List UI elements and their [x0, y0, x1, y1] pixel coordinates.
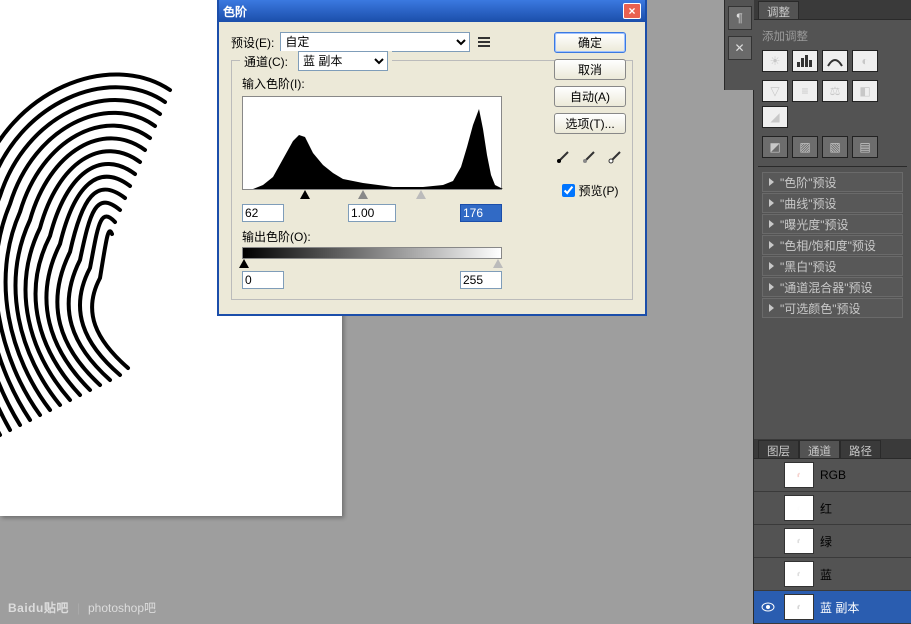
- close-icon[interactable]: ×: [623, 3, 641, 19]
- color-balance-icon[interactable]: ⚖: [822, 80, 848, 102]
- adjustments-panel: 调整 添加调整 ☀ ◐ ▽ ≡ ⚖ ◧ ◢ ◩ ▨ ▧ ▤: [754, 0, 911, 329]
- histogram: [242, 96, 502, 190]
- preset-item-label: "曝光度"预设: [780, 216, 849, 233]
- auto-button[interactable]: 自动(A): [554, 86, 626, 107]
- preset-item-label: "色阶"预设: [780, 174, 837, 191]
- tab-paths[interactable]: 路径: [840, 440, 881, 458]
- preset-item-label: "通道混合器"预设: [780, 279, 873, 296]
- channels-panel: 图层 通道 路径 RGB 红绿蓝蓝 副本: [754, 439, 911, 624]
- channel-label: 蓝: [820, 566, 832, 583]
- exposure-icon[interactable]: ◐: [852, 50, 878, 72]
- channel-thumbnail: [784, 528, 814, 554]
- preset-select[interactable]: 自定: [280, 32, 470, 52]
- channel-label: 红: [820, 500, 832, 517]
- preset-item[interactable]: "色相/饱和度"预设: [762, 235, 903, 255]
- preset-item[interactable]: "色阶"预设: [762, 172, 903, 192]
- preset-menu-icon[interactable]: [476, 34, 492, 50]
- input-white-field[interactable]: [460, 204, 502, 222]
- preset-item[interactable]: "通道混合器"预设: [762, 277, 903, 297]
- preset-item-label: "黑白"预设: [780, 258, 837, 275]
- preview-label: 预览(P): [579, 182, 619, 199]
- adjustments-hint: 添加调整: [762, 28, 907, 44]
- channel-label: 通道(C):: [244, 53, 288, 70]
- brightness-icon[interactable]: ☀: [762, 50, 788, 72]
- tab-layers[interactable]: 图层: [758, 440, 799, 458]
- chevron-right-icon: [769, 241, 774, 249]
- chevron-right-icon: [769, 262, 774, 270]
- dialog-titlebar[interactable]: 色阶 ×: [219, 0, 645, 22]
- collapsed-tool-strip: ¶ ✕: [724, 0, 754, 90]
- tab-channels[interactable]: 通道: [799, 440, 840, 458]
- tools-icon[interactable]: ✕: [728, 36, 752, 60]
- cancel-button[interactable]: 取消: [554, 59, 626, 80]
- eyedropper-gray-icon[interactable]: [580, 146, 600, 166]
- levels-dialog: 色阶 × 预设(E): 自定 通道(C): 蓝 副本 输入色阶(I):: [217, 0, 647, 316]
- curves-icon[interactable]: [822, 50, 848, 72]
- input-black-field[interactable]: [242, 204, 284, 222]
- eyedropper-black-icon[interactable]: [554, 146, 574, 166]
- tab-adjustments[interactable]: 调整: [758, 1, 799, 19]
- preview-checkbox-row[interactable]: 预览(P): [562, 182, 619, 199]
- preset-item-label: "曲线"预设: [780, 195, 837, 212]
- bw-icon[interactable]: ◧: [852, 80, 878, 102]
- output-gradient: [242, 247, 502, 259]
- threshold-icon[interactable]: ▧: [822, 136, 848, 158]
- preview-checkbox[interactable]: [562, 184, 575, 197]
- hue-sat-icon[interactable]: ≡: [792, 80, 818, 102]
- chevron-right-icon: [769, 283, 774, 291]
- input-gamma-field[interactable]: [348, 204, 396, 222]
- channel-label: 蓝 副本: [820, 599, 859, 616]
- levels-icon[interactable]: [792, 50, 818, 72]
- options-button[interactable]: 选项(T)...: [554, 113, 626, 134]
- channel-thumbnail: [784, 561, 814, 587]
- output-white-slider[interactable]: [493, 259, 503, 268]
- chevron-right-icon: [769, 220, 774, 228]
- watermark-sub: photoshop吧: [88, 599, 156, 616]
- paragraph-tool-icon[interactable]: ¶: [728, 6, 752, 30]
- dialog-title-text: 色阶: [223, 3, 247, 20]
- channel-item[interactable]: RGB: [754, 459, 911, 492]
- output-levels-label: 输出色阶(O):: [242, 228, 622, 245]
- channel-item[interactable]: 蓝 副本: [754, 591, 911, 624]
- preset-item[interactable]: "曲线"预设: [762, 193, 903, 213]
- channel-item[interactable]: 蓝: [754, 558, 911, 591]
- channel-item[interactable]: 红: [754, 492, 911, 525]
- output-black-slider[interactable]: [239, 259, 249, 268]
- ok-button[interactable]: 确定: [554, 32, 626, 53]
- channel-label: RGB: [820, 468, 846, 482]
- channel-thumbnail: [784, 462, 814, 488]
- posterize-icon[interactable]: ▨: [792, 136, 818, 158]
- chevron-right-icon: [769, 178, 774, 186]
- output-black-field[interactable]: [242, 271, 284, 289]
- fingerprint-image: [0, 30, 220, 450]
- channel-item[interactable]: 绿: [754, 525, 911, 558]
- chevron-right-icon: [769, 199, 774, 207]
- preset-item[interactable]: "可选颜色"预设: [762, 298, 903, 318]
- channel-thumbnail: [784, 594, 814, 620]
- input-slider-track[interactable]: [242, 190, 502, 200]
- white-point-slider[interactable]: [416, 190, 426, 199]
- preset-label: 预设(E):: [231, 34, 274, 51]
- output-slider-track[interactable]: [242, 259, 502, 269]
- photo-filter-icon[interactable]: ◢: [762, 106, 788, 128]
- preset-item-label: "色相/饱和度"预设: [780, 237, 876, 254]
- chevron-right-icon: [769, 304, 774, 312]
- watermark: Baidu贴吧 | photoshop吧: [8, 599, 156, 616]
- output-white-field[interactable]: [460, 271, 502, 289]
- vibrance-icon[interactable]: ▽: [762, 80, 788, 102]
- preset-item[interactable]: "曝光度"预设: [762, 214, 903, 234]
- preset-item[interactable]: "黑白"预设: [762, 256, 903, 276]
- gradient-map-icon[interactable]: ▤: [852, 136, 878, 158]
- preset-item-label: "可选颜色"预设: [780, 300, 861, 317]
- midtone-slider[interactable]: [358, 190, 368, 199]
- eye-icon: [761, 602, 775, 612]
- channel-thumbnail: [784, 495, 814, 521]
- eyedropper-white-icon[interactable]: [606, 146, 626, 166]
- channel-label: 绿: [820, 533, 832, 550]
- channel-select[interactable]: 蓝 副本: [298, 51, 388, 71]
- watermark-brand: Baidu贴吧: [8, 599, 69, 616]
- right-panels: ¶ ✕ 调整 添加调整 ☀ ◐ ▽ ≡ ⚖ ◧ ◢ ◩ ▨: [753, 0, 911, 624]
- black-point-slider[interactable]: [300, 190, 310, 199]
- invert-icon[interactable]: ◩: [762, 136, 788, 158]
